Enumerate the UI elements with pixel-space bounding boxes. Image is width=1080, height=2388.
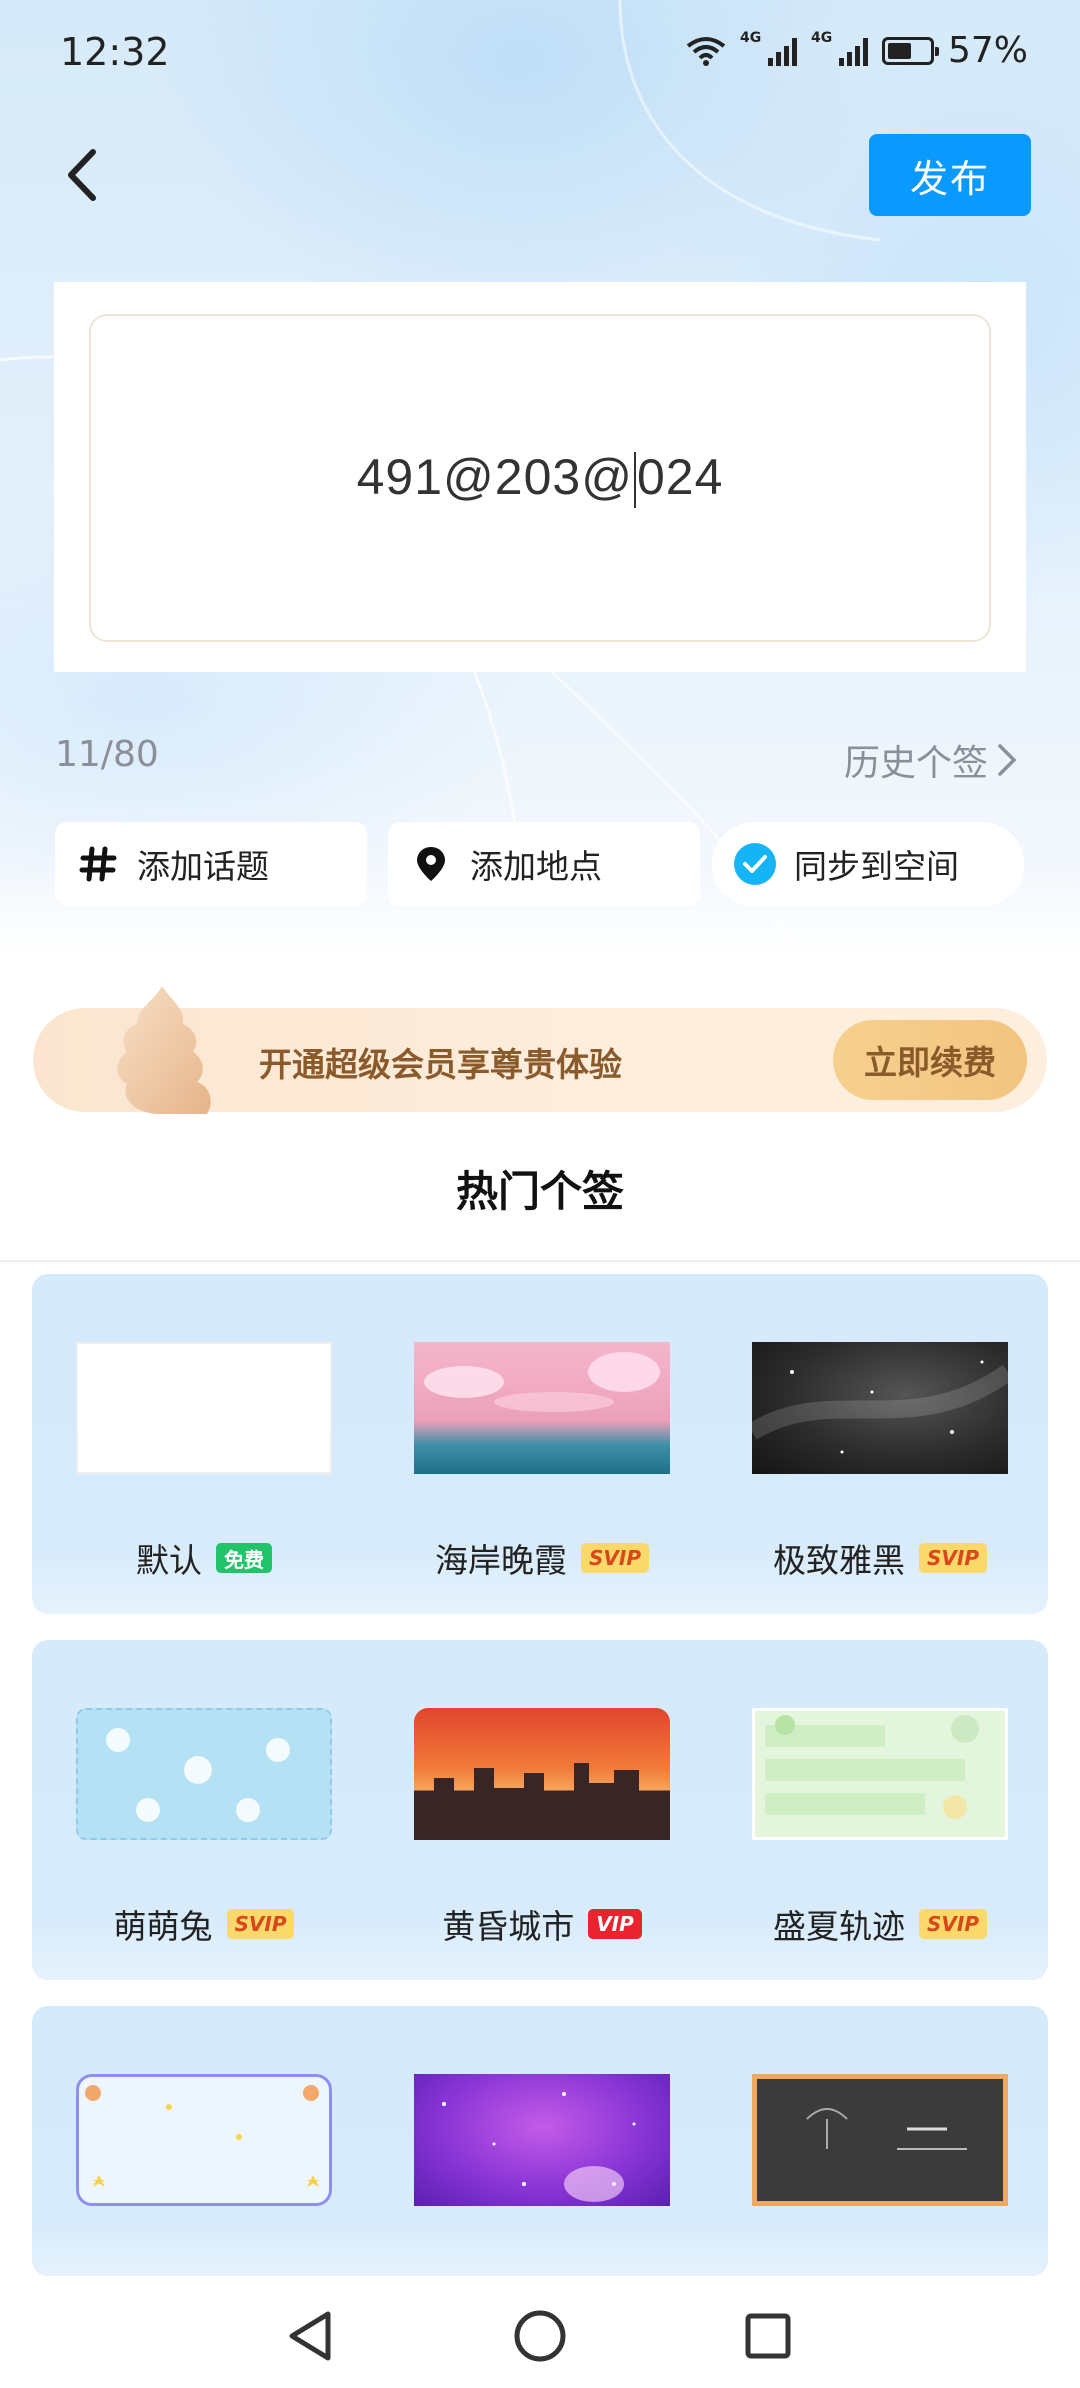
add-location-button[interactable]: 添加地点 — [388, 822, 700, 906]
badge-free: 免费 — [216, 1543, 272, 1573]
publish-button[interactable]: 发布 — [869, 134, 1031, 216]
nav-recents-button[interactable] — [728, 2296, 808, 2376]
section-title: 热门个签 — [455, 1167, 624, 1216]
template-name: 极致雅黑 — [773, 1541, 905, 1580]
template-thumbnail — [414, 2074, 670, 2206]
signature-text: 491@203@024 — [357, 448, 724, 509]
battery-percent: 57% — [947, 30, 1028, 71]
text-caret — [633, 452, 636, 509]
signature-editor: 491@203@024 — [54, 282, 1026, 672]
template-row — [32, 2006, 1048, 2276]
status-bar: 12:32 4G 4G 57% — [0, 0, 1080, 110]
triangle-back-icon — [289, 2311, 331, 2361]
location-pin-icon — [410, 843, 452, 885]
template-thumbnail — [414, 1708, 670, 1840]
system-navigation-bar — [0, 2276, 1080, 2388]
badge-vip: VIP — [588, 1909, 642, 1939]
history-signatures-link[interactable]: 历史个签 — [844, 734, 1018, 786]
character-count: 11/80 — [55, 734, 159, 775]
nav-home-button[interactable] — [500, 2296, 580, 2376]
badge-svip: SVIP — [226, 1909, 295, 1939]
nav-back-button[interactable] — [270, 2296, 350, 2376]
cellular-signal-icon: 4G — [740, 30, 797, 66]
template-thumbnail — [76, 1342, 332, 1474]
template-name: 默认 — [136, 1541, 202, 1580]
add-location-label: 添加地点 — [470, 847, 602, 886]
template-thumbnail — [752, 2074, 1008, 2206]
add-topic-button[interactable]: 添加话题 — [55, 822, 367, 906]
template-thumbnail — [76, 2074, 332, 2206]
svip-promo-banner[interactable]: 开通超级会员享尊贵体验 立即续费 — [33, 986, 1047, 1114]
cellular-signal-icon: 4G — [811, 30, 868, 66]
renew-button[interactable]: 立即续费 — [833, 1020, 1027, 1100]
history-label: 历史个签 — [843, 743, 988, 784]
square-recents-icon — [745, 2313, 791, 2359]
signature-input[interactable]: 491@203@024 — [89, 314, 991, 642]
battery-icon — [881, 36, 939, 65]
template-name: 萌萌兔 — [113, 1907, 213, 1946]
circle-home-icon — [514, 2310, 566, 2362]
template-thumbnail — [752, 1342, 1008, 1474]
template-name: 黄昏城市 — [442, 1907, 575, 1946]
template-name: 海岸晚霞 — [435, 1541, 567, 1580]
wifi-icon — [686, 36, 726, 66]
template-thumbnail — [414, 1342, 670, 1474]
template-name: 盛夏轨迹 — [773, 1907, 905, 1946]
chevron-left-icon — [68, 149, 96, 201]
promo-text: 开通超级会员享尊贵体验 — [259, 1045, 622, 1084]
checkmark-circle-icon — [734, 843, 776, 885]
sync-to-space-toggle[interactable]: 同步到空间 — [712, 822, 1024, 906]
template-thumbnail — [752, 1708, 1008, 1840]
badge-svip: SVIP — [919, 1543, 987, 1573]
badge-svip: SVIP — [581, 1543, 649, 1573]
template-row: 萌萌兔 SVIP 黄昏城市 VIP 盛夏轨迹 SVIP — [32, 1640, 1048, 1980]
sync-to-space-label: 同步到空间 — [794, 847, 959, 886]
template-thumbnail — [76, 1708, 332, 1840]
chevron-right-icon — [998, 744, 1017, 776]
back-button[interactable] — [55, 140, 115, 210]
hash-icon — [77, 843, 119, 885]
divider — [0, 1260, 1080, 1262]
status-time: 12:32 — [60, 30, 170, 74]
template-row: 默认 免费 海岸晚霞 SVIP 极致雅黑 SVIP — [32, 1274, 1048, 1614]
ice-cream-icon — [117, 986, 211, 1114]
add-topic-label: 添加话题 — [137, 847, 269, 886]
badge-svip: SVIP — [919, 1909, 987, 1939]
